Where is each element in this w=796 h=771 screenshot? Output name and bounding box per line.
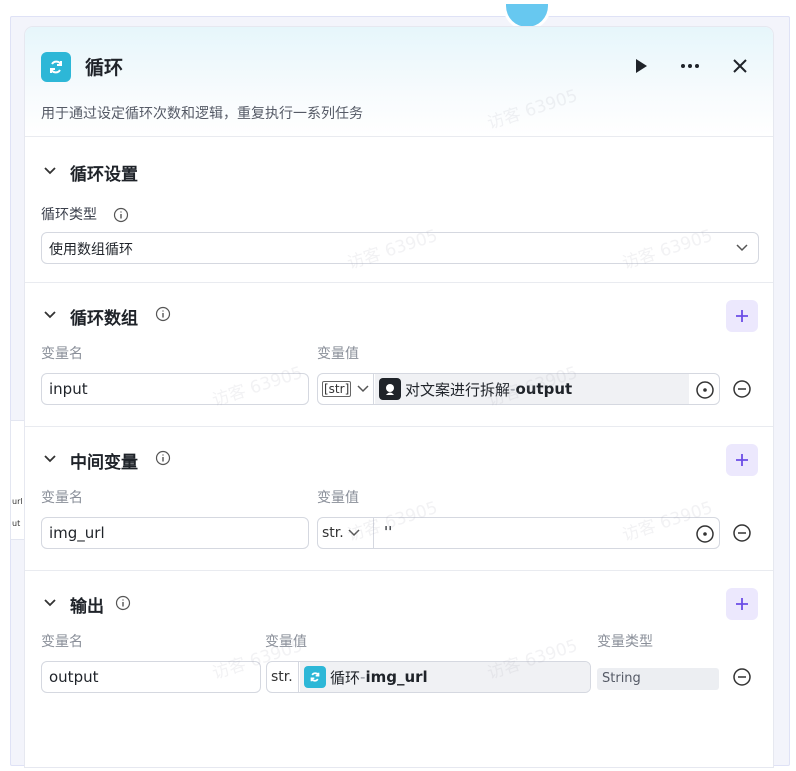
plus-icon xyxy=(736,454,748,466)
reference-chip[interactable]: 循环 - img_url xyxy=(300,662,590,692)
variable-name-input[interactable]: img_url xyxy=(41,517,309,549)
more-icon xyxy=(681,64,699,68)
close-button[interactable] xyxy=(727,53,753,79)
variable-value-field[interactable]: [str] 对文案进行拆解 - output xyxy=(317,373,720,405)
chevron-down-icon xyxy=(44,455,56,463)
section-title: 中间变量 xyxy=(70,453,138,473)
remove-variable-icon[interactable] xyxy=(732,523,752,543)
more-button[interactable] xyxy=(677,53,703,79)
add-array-variable-button[interactable] xyxy=(726,300,758,332)
section-title: 输出 xyxy=(70,597,104,617)
chevron-down-icon xyxy=(44,167,56,175)
info-icon xyxy=(113,207,129,223)
bot-icon xyxy=(379,378,401,400)
panel-header: 循环 用于通过设定循环次数和逻辑，重复执行一系列任务 xyxy=(25,27,773,137)
col-name-label: 变量名 xyxy=(41,490,83,506)
section-title: 循环数组 xyxy=(70,309,138,329)
section-header[interactable]: 输出 xyxy=(25,571,773,620)
play-icon xyxy=(636,59,647,73)
run-button[interactable] xyxy=(628,53,654,79)
col-name-label: 变量名 xyxy=(41,634,83,650)
remove-variable-icon[interactable] xyxy=(732,379,752,399)
loop-type-label: 循环类型 xyxy=(41,207,97,223)
add-output-variable-button[interactable] xyxy=(726,588,758,620)
type-selector[interactable]: str. xyxy=(318,518,374,548)
target-icon[interactable] xyxy=(695,380,715,400)
close-icon xyxy=(733,59,747,73)
variable-name-input[interactable]: input xyxy=(41,373,309,405)
type-selector[interactable]: [str] xyxy=(318,374,374,404)
background-node-fragment: url ut xyxy=(10,420,26,540)
literal-value[interactable]: '' xyxy=(384,523,392,541)
col-value-label: 变量值 xyxy=(317,490,359,506)
loop-icon xyxy=(304,666,326,688)
add-intermediate-variable-button[interactable] xyxy=(726,444,758,476)
plus-icon xyxy=(736,598,748,610)
remove-variable-icon[interactable] xyxy=(732,667,752,687)
chevron-down-icon xyxy=(736,244,748,252)
section-header[interactable]: 循环数组 xyxy=(25,283,773,332)
info-icon xyxy=(155,306,171,322)
col-type-label: 变量类型 xyxy=(597,634,653,650)
section-header[interactable]: 中间变量 xyxy=(25,427,773,476)
section-header[interactable]: 循环设置 xyxy=(25,137,773,185)
variable-type-badge: String xyxy=(597,668,719,690)
col-value-label: 变量值 xyxy=(265,634,307,650)
plus-icon xyxy=(736,310,748,322)
chevron-down-icon xyxy=(44,599,56,607)
info-icon xyxy=(155,450,171,466)
node-description: 用于通过设定循环次数和逻辑，重复执行一系列任务 xyxy=(41,106,363,122)
loop-type-select[interactable]: 使用数组循环 xyxy=(41,232,759,264)
section-loop-array: 循环数组 变量名 变量值 input [str] 对文案进行拆解 - outpu… xyxy=(25,283,773,427)
target-icon[interactable] xyxy=(695,524,715,544)
col-value-label: 变量值 xyxy=(317,346,359,362)
section-title: 循环设置 xyxy=(70,165,138,185)
section-output: 输出 变量名 变量值 变量类型 output str. 循环 - img_url… xyxy=(25,571,773,767)
loop-node-panel: 循环 用于通过设定循环次数和逻辑，重复执行一系列任务 循环设置 循环类型 使用数… xyxy=(25,27,773,767)
chevron-down-icon xyxy=(348,529,360,537)
chevron-down-icon xyxy=(357,385,369,393)
node-title: 循环 xyxy=(85,57,124,79)
col-name-label: 变量名 xyxy=(41,346,83,362)
section-loop-settings: 循环设置 循环类型 使用数组循环 xyxy=(25,137,773,283)
chevron-down-icon xyxy=(44,311,56,319)
output-name-input[interactable]: output xyxy=(41,661,261,693)
info-icon xyxy=(115,595,131,611)
loop-icon xyxy=(41,52,71,82)
type-selector[interactable]: str. xyxy=(267,662,299,692)
variable-value-field[interactable]: str. '' xyxy=(317,517,720,549)
output-value-field[interactable]: str. 循环 - img_url xyxy=(266,661,591,693)
section-intermediate-variables: 中间变量 变量名 变量值 img_url str. '' xyxy=(25,427,773,571)
reference-chip[interactable]: 对文案进行拆解 - output xyxy=(375,374,689,404)
